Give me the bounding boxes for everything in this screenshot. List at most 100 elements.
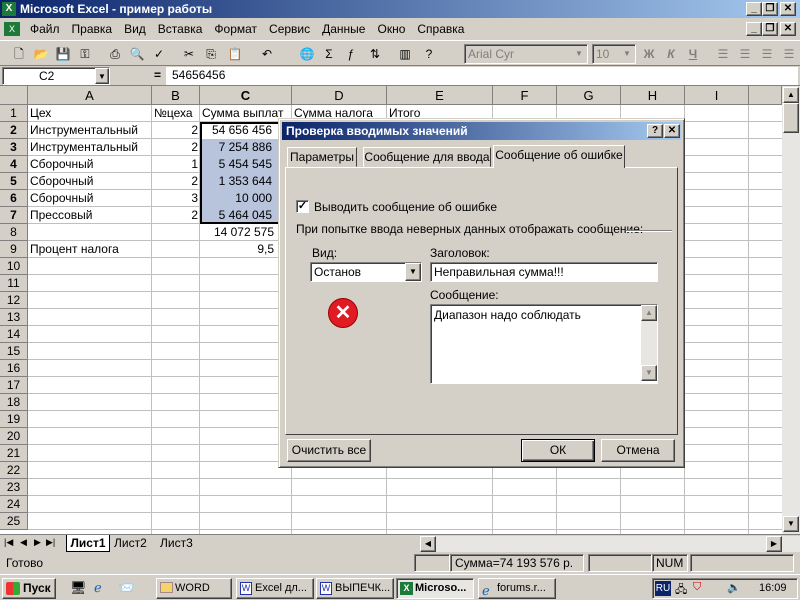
col-header-g[interactable]: G	[557, 86, 621, 105]
print-icon[interactable]: ⎙	[106, 45, 124, 63]
menu-file[interactable]: Файл	[24, 22, 66, 36]
scroll-thumb[interactable]	[783, 103, 799, 133]
task-word[interactable]: WORD	[156, 578, 232, 599]
col-header-i[interactable]: I	[685, 86, 749, 105]
font-select[interactable]: Arial Cyr ▼	[464, 44, 588, 64]
cut-icon[interactable]: ✂	[180, 45, 198, 63]
spelling-icon[interactable]: ✓	[150, 45, 168, 63]
menu-format[interactable]: Формат	[208, 22, 263, 36]
row-header[interactable]: 23	[0, 479, 28, 496]
italic-button[interactable]: К	[662, 45, 680, 63]
scroll-up-icon[interactable]: ▲	[783, 87, 799, 103]
sheet-tab-1[interactable]: Лист1	[66, 535, 110, 552]
cell-b7[interactable]: 2	[152, 207, 200, 224]
row-header[interactable]: 2	[0, 122, 28, 139]
task-vypechk[interactable]: W ВЫПЕЧК...	[316, 578, 394, 599]
cell-a9[interactable]: Процент налога	[28, 241, 152, 258]
permission-icon[interactable]: ⚿	[76, 45, 94, 63]
row-header[interactable]: 21	[0, 445, 28, 462]
doc-icon[interactable]: X	[4, 22, 20, 36]
autosum-icon[interactable]: Σ	[320, 45, 338, 63]
dialog-help-button[interactable]: ?	[647, 124, 663, 138]
underline-button[interactable]: Ч	[684, 45, 702, 63]
maximize-button[interactable]: ❐	[762, 2, 778, 16]
function-icon[interactable]: ƒ	[342, 45, 360, 63]
menu-tools[interactable]: Сервис	[263, 22, 316, 36]
sort-icon[interactable]: ⇅	[366, 45, 384, 63]
task-excel-doc[interactable]: W Excel дл...	[236, 578, 314, 599]
tab-error-alert[interactable]: Сообщение об ошибке	[493, 145, 625, 168]
scroll-up-icon[interactable]: ▲	[641, 305, 657, 321]
sheet-tab-2[interactable]: Лист2	[114, 536, 147, 550]
menu-view[interactable]: Вид	[118, 22, 152, 36]
chevron-down-icon[interactable]: ▼	[95, 68, 109, 84]
row-header[interactable]: 5	[0, 173, 28, 190]
cell-b2[interactable]: 2	[152, 122, 200, 139]
message-scrollbar[interactable]: ▲ ▼	[641, 305, 657, 381]
quicklaunch-desktop-icon[interactable]: 🖥	[70, 580, 87, 596]
row-header[interactable]: 25	[0, 513, 28, 530]
cell-a3[interactable]: Инструментальный	[28, 139, 152, 156]
row-header[interactable]: 14	[0, 326, 28, 343]
save-icon[interactable]: 💾	[54, 45, 72, 63]
vertical-scrollbar[interactable]: ▲ ▼	[782, 86, 800, 534]
first-sheet-icon[interactable]: |◀	[4, 537, 13, 548]
language-indicator[interactable]: RU	[655, 581, 671, 596]
cell-b5[interactable]: 2	[152, 173, 200, 190]
chart-wizard-icon[interactable]: ▥	[396, 45, 414, 63]
row-header[interactable]: 9	[0, 241, 28, 258]
quicklaunch-ie-icon[interactable]: ℯ	[94, 580, 102, 596]
cell-a2[interactable]: Инструментальный	[28, 122, 152, 139]
chevron-down-icon[interactable]: ▼	[405, 263, 421, 281]
row-header[interactable]: 15	[0, 343, 28, 360]
dialog-close-button[interactable]: ✕	[664, 124, 680, 138]
menu-edit[interactable]: Правка	[66, 22, 119, 36]
col-header-f[interactable]: F	[493, 86, 557, 105]
doc-restore-button[interactable]: ❐	[762, 22, 778, 36]
close-button[interactable]: ✕	[780, 2, 796, 16]
row-header[interactable]: 11	[0, 275, 28, 292]
tab-settings[interactable]: Параметры	[287, 147, 357, 167]
select-all-corner[interactable]	[0, 86, 28, 105]
start-button[interactable]: Пуск	[2, 578, 56, 599]
tray-antivirus-icon[interactable]: ⛉	[693, 581, 701, 594]
row-header[interactable]: 20	[0, 428, 28, 445]
sheet-tab-3[interactable]: Лист3	[160, 536, 193, 550]
row-header[interactable]: 6	[0, 190, 28, 207]
cell-a7[interactable]: Прессовый	[28, 207, 152, 224]
row-header[interactable]: 16	[0, 360, 28, 377]
tab-input-message[interactable]: Сообщение для ввода	[363, 147, 491, 167]
cell-a6[interactable]: Сборочный	[28, 190, 152, 207]
scroll-down-icon[interactable]: ▼	[641, 365, 657, 381]
row-header[interactable]: 3	[0, 139, 28, 156]
cell-a1[interactable]: Цех	[28, 105, 152, 122]
paste-icon[interactable]: 📋	[226, 45, 244, 63]
col-header-b[interactable]: B	[152, 86, 200, 105]
doc-close-button[interactable]: ✕	[780, 22, 796, 36]
hyperlink-icon[interactable]: 🌐	[298, 45, 316, 63]
font-size-select[interactable]: 10 ▼	[592, 44, 636, 64]
title-input[interactable]: Неправильная сумма!!!	[430, 262, 658, 282]
row-header[interactable]: 13	[0, 309, 28, 326]
cancel-button[interactable]: Отмена	[601, 439, 675, 462]
cell-b6[interactable]: 3	[152, 190, 200, 207]
row-header[interactable]: 7	[0, 207, 28, 224]
align-right-icon[interactable]: ☰	[758, 45, 776, 63]
tray-network-icon[interactable]: 🖧	[675, 581, 687, 600]
col-header-h[interactable]: H	[621, 86, 685, 105]
quicklaunch-outlook-icon[interactable]: 📨	[118, 580, 134, 596]
prev-sheet-icon[interactable]: ◀	[20, 537, 27, 548]
scroll-right-icon[interactable]: ▶	[766, 536, 782, 552]
row-header[interactable]: 19	[0, 411, 28, 428]
doc-minimize-button[interactable]: _	[746, 22, 762, 36]
tray-volume-icon[interactable]: 🔈	[727, 581, 741, 594]
bold-button[interactable]: Ж	[640, 45, 658, 63]
row-header[interactable]: 12	[0, 292, 28, 309]
row-header[interactable]: 4	[0, 156, 28, 173]
cell-b3[interactable]: 2	[152, 139, 200, 156]
align-left-icon[interactable]: ☰	[714, 45, 732, 63]
row-header[interactable]: 17	[0, 377, 28, 394]
scroll-left-icon[interactable]: ◀	[420, 536, 436, 552]
menu-window[interactable]: Окно	[371, 22, 411, 36]
scroll-down-icon[interactable]: ▼	[783, 516, 799, 532]
